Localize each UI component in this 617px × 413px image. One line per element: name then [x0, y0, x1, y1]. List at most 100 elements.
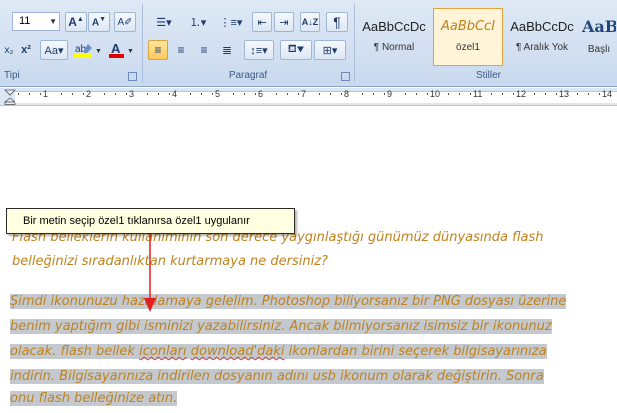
highlight-color-button[interactable]: ab ▼ — [72, 40, 104, 60]
styles-gallery: AaBbCcDc ¶ Normal AaBbCcI özel1 AaBbCcDc… — [357, 4, 617, 68]
misspelled-word: download'daki — [190, 344, 285, 359]
ruler-tick — [233, 93, 234, 95]
font-group-caption: Tipi — [4, 70, 20, 81]
ruler-tick — [61, 93, 62, 95]
style-sample: AaBbCcDc — [510, 19, 574, 34]
show-formatting-button[interactable]: ¶ — [326, 12, 348, 32]
ruler-tick — [212, 93, 213, 95]
ruler-tick — [448, 93, 449, 95]
style-label: ¶ Normal — [373, 42, 415, 53]
align-right-button[interactable]: ≡ — [194, 40, 214, 60]
ruler-tick — [126, 93, 127, 95]
ruler-tick — [18, 93, 19, 95]
clear-formatting-icon: A✐ — [117, 16, 133, 28]
doc-line: belleğinizi sıradanlıktan kurtarmaya ne … — [12, 254, 328, 269]
ruler-tick — [556, 93, 557, 95]
bullets-button[interactable]: ☰▾ — [148, 12, 180, 32]
style-no-spacing[interactable]: AaBbCcDc ¶ Aralık Yok — [507, 8, 577, 66]
ruler-tick — [545, 93, 546, 95]
selected-text: onu flash belleğinize atın. — [10, 391, 178, 406]
doc-line: benim yaptığım gibi isminizi yazabilirsi… — [10, 319, 552, 334]
ruler-number: 10 — [430, 89, 441, 99]
svg-text:▼: ▼ — [95, 48, 102, 55]
paragraph-dialog-launcher[interactable] — [341, 72, 350, 81]
sort-button[interactable]: A↓Z — [300, 12, 320, 32]
subscript-button[interactable]: x₂ — [2, 40, 16, 60]
ruler-tick — [405, 93, 406, 95]
ruler-number: 11 — [473, 89, 483, 99]
doc-line: indirin. Bilgisayarınıza indirilen dosya… — [10, 369, 544, 384]
styles-group-caption: Stiller — [475, 70, 501, 81]
font-color-button[interactable]: A ▼ — [106, 40, 136, 60]
font-size-box[interactable]: 11 ▼ — [12, 12, 60, 31]
bullets-icon: ☰▾ — [156, 16, 172, 29]
borders-button[interactable]: ⊞▾ — [314, 40, 346, 60]
superscript-button[interactable]: x² — [17, 40, 35, 60]
ruler-tick — [255, 93, 256, 95]
ruler-tick — [459, 93, 460, 95]
ruler-tick — [577, 93, 578, 95]
ruler-tick — [416, 93, 417, 95]
ruler-number: 8 — [344, 89, 350, 99]
doc-line: Şimdi ikonunuzu hazırlamaya gelelim. Pho… — [10, 294, 567, 309]
paragraph-group-caption: Paragraf — [228, 70, 268, 81]
increase-indent-icon: ⇥ — [279, 16, 289, 29]
style-ozel1[interactable]: AaBbCcI özel1 — [433, 8, 503, 66]
sort-icon: A↓Z — [301, 17, 319, 27]
horizontal-ruler[interactable]: 1 2 3 4 5 6 7 8 9 10 11 12 13 14 — [0, 88, 617, 106]
ruler-tick — [201, 93, 202, 95]
annotation-tooltip: Bir metin seçip özel1 tıklanırsa özel1 u… — [6, 208, 295, 234]
ruler-tick — [158, 93, 159, 95]
shrink-font-button[interactable]: A▼ — [88, 12, 110, 32]
line-spacing-button[interactable]: ↕≡▾ — [244, 40, 274, 60]
ruler-tick — [427, 93, 428, 95]
numbering-button[interactable]: ⒈▾ — [182, 12, 214, 32]
ruler-tick — [40, 93, 41, 95]
ruler-tick — [362, 93, 363, 95]
selected-text: benim yaptığım gibi isminizi yazabilirsi… — [10, 319, 552, 334]
clear-formatting-button[interactable]: A✐ — [114, 12, 136, 32]
ruler-tick — [72, 93, 73, 95]
shrink-font-icon: A▼ — [91, 15, 107, 29]
font-dialog-launcher[interactable] — [128, 72, 137, 81]
ruler-number: 12 — [516, 89, 527, 99]
ruler-number: 7 — [301, 89, 307, 99]
chevron-down-icon[interactable]: ▼ — [49, 13, 57, 30]
align-center-icon: ≡ — [177, 43, 185, 57]
ruler-tick — [534, 93, 535, 95]
grow-font-button[interactable]: A▲ — [65, 12, 87, 32]
font-color-icon: A ▼ — [109, 41, 134, 58]
ruler-tick — [190, 93, 191, 95]
font-size-value: 11 — [19, 15, 31, 27]
ruler-tick — [599, 93, 600, 95]
increase-indent-button[interactable]: ⇥ — [274, 12, 294, 32]
numbering-icon: ⒈▾ — [189, 17, 207, 29]
ruler-tick — [341, 93, 342, 95]
change-case-button[interactable]: Aa▾ — [40, 40, 68, 60]
style-normal[interactable]: AaBbCcDc ¶ Normal — [359, 8, 429, 66]
ruler-tick — [83, 93, 84, 95]
ruler-tick — [319, 93, 320, 95]
style-label: özel1 — [456, 42, 480, 53]
justify-icon: ≣ — [221, 43, 233, 57]
multilevel-list-button[interactable]: ⋮≡▾ — [216, 12, 246, 32]
style-heading[interactable]: AaBb Başlı — [581, 8, 617, 66]
ruler-tick — [115, 93, 116, 95]
ruler-tick — [169, 93, 170, 95]
ruler-tick — [384, 93, 385, 95]
shading-button[interactable]: ⛾▾ — [280, 40, 312, 60]
style-label: Başlı — [587, 44, 611, 55]
group-separator — [354, 4, 355, 82]
misspelled-word: iconları — [139, 344, 187, 359]
ruler-tick — [513, 93, 514, 95]
selected-text: indirin. Bilgisayarınıza indirilen dosya… — [10, 369, 544, 384]
decrease-indent-icon: ⇤ — [257, 16, 267, 29]
group-separator — [142, 4, 143, 82]
justify-button[interactable]: ≣ — [217, 40, 237, 60]
ruler-tick — [588, 93, 589, 95]
ruler-number: 5 — [215, 89, 221, 99]
doc-line: olacak. flash bellek iconları download'd… — [10, 344, 547, 359]
align-center-button[interactable]: ≡ — [171, 40, 191, 60]
align-left-button[interactable]: ≡ — [148, 40, 168, 60]
decrease-indent-button[interactable]: ⇤ — [252, 12, 272, 32]
